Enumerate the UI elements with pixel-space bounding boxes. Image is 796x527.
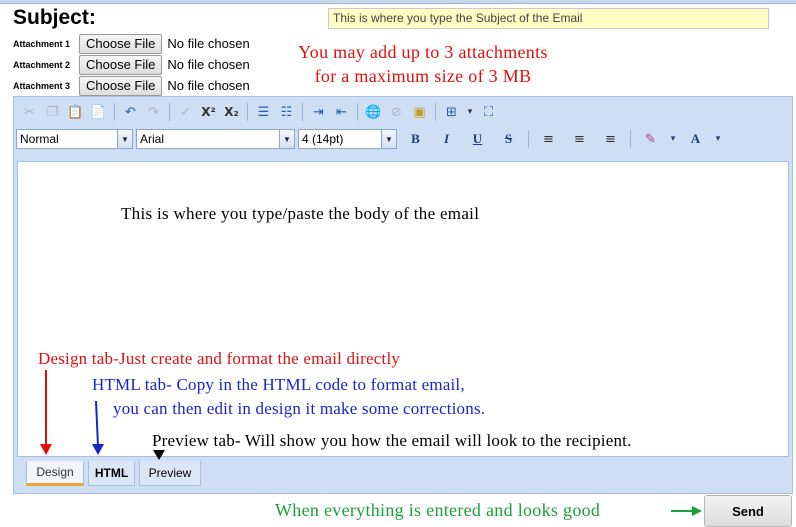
font-size-value: 4 (14pt) (302, 132, 344, 146)
toolbar-separator (169, 103, 170, 121)
indent-icon[interactable]: ⇥ (307, 101, 330, 123)
attachment-label: Attachment 3 (13, 80, 71, 91)
editor-mode-tabs: Design HTML Preview (26, 461, 205, 486)
tab-preview[interactable]: Preview (139, 461, 201, 486)
subject-label: Subject: (13, 6, 96, 29)
toolbar-separator (247, 103, 248, 121)
choose-file-button[interactable]: Choose File (79, 54, 163, 75)
file-status: No file chosen (167, 78, 250, 93)
toolbar-separator (528, 130, 529, 148)
body-placeholder-text: This is where you type/paste the body of… (121, 204, 480, 223)
align-left-icon[interactable]: ≡ (533, 129, 564, 149)
paste-icon[interactable]: 📋 (64, 101, 87, 123)
html-tab-note-line2: you can then edit in design it make some… (113, 399, 486, 418)
design-tab-note: Design tab-Just create and format the em… (38, 349, 401, 368)
chevron-down-icon[interactable]: ▾ (666, 129, 680, 149)
spellcheck-icon[interactable]: ✓ (174, 101, 197, 123)
attachment-row-2: Attachment 2 Choose File No file chosen (13, 54, 250, 75)
paragraph-style-select[interactable]: Normal ▼ (16, 129, 133, 149)
cut-icon[interactable]: ✂ (18, 101, 41, 123)
align-center-icon[interactable]: ≡ (564, 129, 595, 149)
chevron-down-icon[interactable]: ▾ (711, 129, 725, 149)
attachment-row-3: Attachment 3 Choose File No file chosen (13, 75, 250, 96)
chevron-down-icon: ▼ (381, 130, 396, 148)
attachment-note: You may add up to 3 attachments for a ma… (272, 40, 574, 88)
strikethrough-button[interactable]: S (493, 129, 524, 149)
insert-table-icon[interactable]: ⊞ (440, 101, 463, 123)
subject-input[interactable]: This is where you type the Subject of th… (328, 8, 769, 29)
choose-file-button[interactable]: Choose File (79, 75, 163, 96)
attachment-note-line1: You may add up to 3 attachments (298, 42, 548, 62)
toolbar-separator (302, 103, 303, 121)
insert-link-icon[interactable]: 🌐 (362, 101, 385, 123)
toolbar-separator (114, 103, 115, 121)
bulleted-list-icon[interactable]: ☷ (275, 101, 298, 123)
underline-button[interactable]: U (462, 129, 493, 149)
tab-html[interactable]: HTML (88, 461, 135, 486)
editor-toolbar-row2: Normal ▼ Arial ▼ 4 (14pt) ▼ B I U S ≡ ≡ … (16, 128, 725, 150)
html-editor: ✂ ❐ 📋 📄 ↶ ↷ ✓ X² X₂ ☰ ☷ ⇥ ⇤ 🌐 ⊘ ▣ ⊞ ▾ ⛶ … (13, 96, 793, 494)
toolbar-separator (630, 130, 631, 148)
attachment-note-line2: for a maximum size of 3 MB (314, 66, 532, 86)
toolbar-separator (357, 103, 358, 121)
align-right-icon[interactable]: ≡ (595, 129, 626, 149)
editor-toolbar-row1: ✂ ❐ 📋 📄 ↶ ↷ ✓ X² X₂ ☰ ☷ ⇥ ⇤ 🌐 ⊘ ▣ ⊞ ▾ ⛶ (18, 100, 500, 124)
send-note: When everything is entered and looks goo… (275, 500, 601, 520)
redo-icon[interactable]: ↷ (142, 101, 165, 123)
choose-file-button[interactable]: Choose File (79, 33, 163, 54)
preview-tab-note: Preview tab- Will show you how the email… (152, 431, 632, 450)
attachment-label: Attachment 2 (13, 59, 71, 70)
italic-button[interactable]: I (431, 129, 462, 149)
html-tab-note-line1: HTML tab- Copy in the HTML code to forma… (92, 375, 465, 394)
remove-link-icon[interactable]: ⊘ (385, 101, 408, 123)
outdent-icon[interactable]: ⇤ (330, 101, 353, 123)
paste-from-word-icon[interactable]: 📄 (87, 101, 110, 123)
chevron-down-icon: ▼ (117, 130, 132, 148)
numbered-list-icon[interactable]: ☰ (252, 101, 275, 123)
undo-icon[interactable]: ↶ (119, 101, 142, 123)
attachment-label: Attachment 1 (13, 38, 71, 49)
html-tab-note: HTML tab- Copy in the HTML code to forma… (92, 373, 485, 421)
attachment-row-1: Attachment 1 Choose File No file chosen (13, 33, 250, 54)
chevron-down-icon: ▼ (279, 130, 294, 148)
font-size-select[interactable]: 4 (14pt) ▼ (298, 129, 397, 149)
file-status: No file chosen (167, 36, 250, 51)
fullscreen-icon[interactable]: ⛶ (477, 101, 500, 123)
subscript-button[interactable]: X₂ (220, 101, 243, 123)
highlight-color-icon[interactable]: ✎ (635, 129, 666, 149)
file-status: No file chosen (167, 57, 250, 72)
bold-button[interactable]: B (400, 129, 431, 149)
font-name-select[interactable]: Arial ▼ (136, 129, 295, 149)
superscript-button[interactable]: X² (197, 101, 220, 123)
send-arrow-head (692, 506, 702, 516)
tab-design[interactable]: Design (26, 461, 84, 486)
font-color-button[interactable]: A (680, 129, 711, 149)
editor-body[interactable]: This is where you type/paste the body of… (17, 161, 789, 457)
font-name-value: Arial (140, 132, 165, 146)
copy-icon[interactable]: ❐ (41, 101, 64, 123)
insert-image-icon[interactable]: ▣ (408, 101, 431, 123)
toolbar-separator (435, 103, 436, 121)
chevron-down-icon[interactable]: ▾ (463, 101, 477, 123)
paragraph-style-value: Normal (20, 132, 59, 146)
send-button[interactable]: Send (704, 495, 792, 527)
top-border (0, 0, 796, 4)
